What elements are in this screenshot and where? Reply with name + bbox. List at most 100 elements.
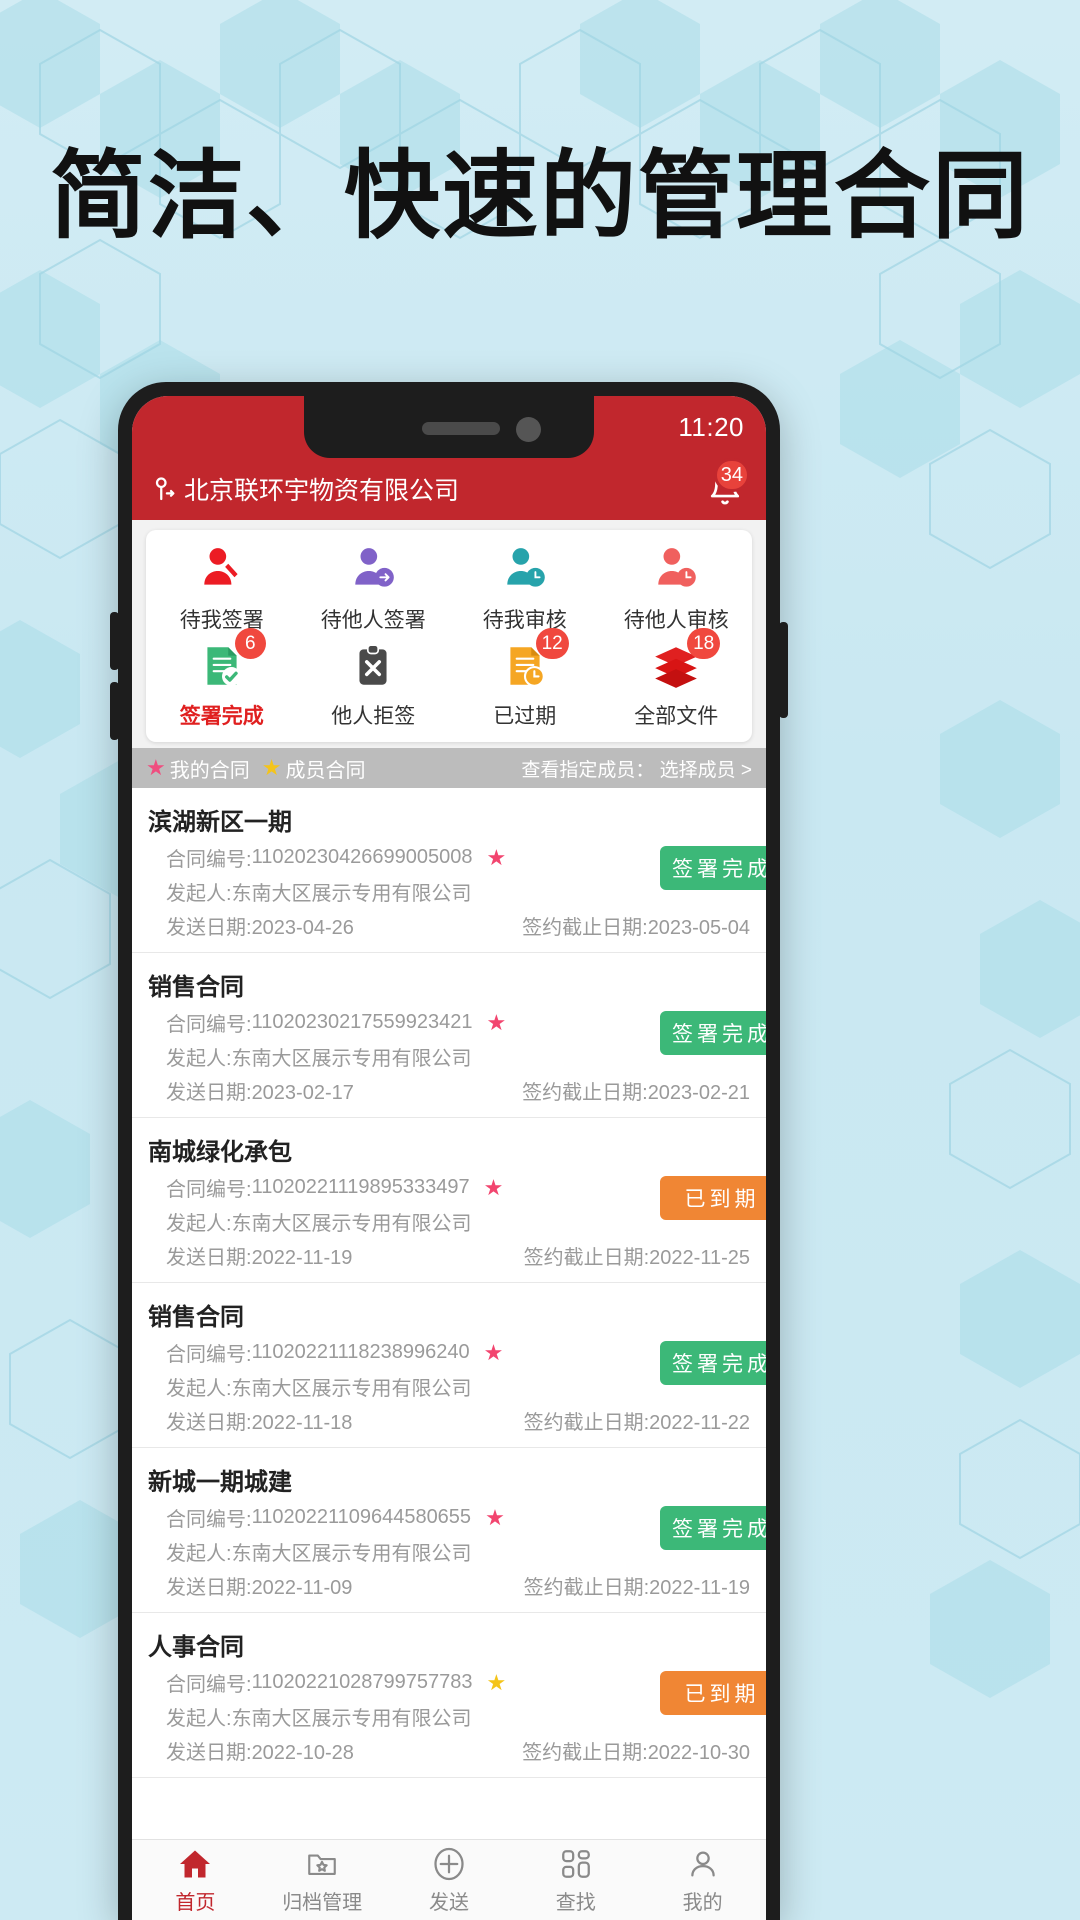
initiator-label: 发起人:	[166, 1708, 232, 1730]
status-badge: 签署完成	[660, 846, 766, 890]
tab-archive[interactable]: 归档管理	[259, 1845, 386, 1915]
contract-number-value: 11020221119895333497	[251, 1176, 470, 1198]
contract-star-icon[interactable]: ★	[487, 845, 507, 871]
filter-member-contracts[interactable]: 成员合同	[285, 754, 365, 783]
contract-list-item[interactable]: 销售合同 合同编号: 11020221118238996240 ★ 发起人: 东…	[132, 1283, 766, 1448]
contract-dates-row: 发送日期:2023-04-26 签约截止日期:2023-05-04	[166, 911, 750, 940]
person-clock-icon	[497, 542, 553, 598]
contract-number-label: 合同编号:	[166, 1014, 252, 1036]
deadline-label: 签约截止日期:	[522, 917, 648, 939]
page-title: 简洁、快速的管理合同	[50, 143, 1030, 250]
member-contract-star-icon: ★	[261, 755, 282, 780]
quick-actions-row-2: 6 签署完成 他人拒签 12 已过期 18 全部文件	[146, 628, 753, 730]
quick-action-expired[interactable]: 12 已过期	[449, 628, 601, 730]
status-badge: 签署完成	[660, 1341, 766, 1385]
deadline-label: 签约截止日期:	[522, 1082, 648, 1104]
my-contract-star-icon: ★	[146, 755, 166, 780]
grid-search-icon	[557, 1845, 595, 1883]
layers-icon: 18	[648, 628, 721, 694]
deadline-label: 签约截止日期:	[523, 1247, 650, 1269]
front-camera	[516, 417, 541, 442]
document-check-icon: 6	[194, 628, 266, 694]
deadline-value: 2022-11-19	[649, 1577, 750, 1599]
contract-number-label: 合同编号:	[166, 1509, 252, 1531]
contract-list-item[interactable]: 南城绿化承包 合同编号: 11020221119895333497 ★ 发起人:…	[132, 1118, 766, 1283]
phone-notch	[304, 396, 594, 458]
contract-dates-row: 发送日期:2022-11-18 签约截止日期:2022-11-22	[166, 1406, 750, 1435]
send-date-label: 发送日期:	[166, 917, 252, 939]
contract-list-item[interactable]: 销售合同 合同编号: 11020230217559923421 ★ 发起人: 东…	[132, 953, 766, 1118]
initiator-label: 发起人:	[166, 1543, 232, 1565]
contract-number-label: 合同编号:	[166, 1344, 252, 1366]
quick-action-badge: 6	[234, 628, 266, 659]
initiator-value: 东南大区展示专用有限公司	[231, 1378, 472, 1400]
notification-button[interactable]: 34	[692, 456, 750, 518]
contract-number-value: 11020221109644580655	[251, 1506, 472, 1528]
contract-number-value: 11020221028799757783	[251, 1671, 473, 1693]
quick-action-pending-my-review[interactable]: 待我审核	[449, 542, 601, 634]
tab-mine[interactable]: 我的	[639, 1845, 766, 1915]
person-review-icon	[648, 542, 704, 598]
contract-dates-row: 发送日期:2022-11-19 签约截止日期:2022-11-25	[166, 1241, 750, 1270]
power-button	[779, 622, 788, 718]
quick-action-label: 已过期	[493, 705, 557, 728]
send-date-value: 2023-02-17	[251, 1082, 354, 1104]
quick-action-pending-other-review[interactable]: 待他人审核	[601, 542, 753, 634]
send-date-label: 发送日期:	[166, 1247, 252, 1269]
contract-star-icon[interactable]: ★	[487, 1670, 507, 1696]
quick-action-badge: 18	[687, 628, 721, 659]
contract-number-value: 11020230217559923421	[251, 1011, 473, 1033]
status-bar-clock: 11:20	[678, 411, 744, 442]
quick-action-label: 待他人签署	[320, 609, 426, 632]
person-icon	[684, 1845, 722, 1883]
clipboard-x-icon	[345, 638, 401, 694]
contract-title: 销售合同	[148, 1304, 244, 1331]
volume-down-button	[110, 682, 119, 740]
initiator-label: 发起人:	[166, 1378, 232, 1400]
contract-number-value: 11020230426699005008	[251, 846, 473, 868]
contract-number-label: 合同编号:	[166, 1179, 252, 1201]
quick-action-pending-my-sign[interactable]: 待我签署	[146, 542, 298, 634]
send-date-value: 2022-11-09	[251, 1577, 353, 1599]
quick-action-other-rejected[interactable]: 他人拒签	[298, 638, 450, 730]
contract-star-icon[interactable]: ★	[487, 1010, 507, 1036]
deadline-label: 签约截止日期:	[522, 1742, 648, 1764]
initiator-label: 发起人:	[166, 1048, 232, 1070]
send-date-value: 2022-11-18	[251, 1412, 353, 1434]
quick-actions-card: 待我签署 待他人签署 待我审核 待他人审核 6 签署完成 他人拒签 12 已过期…	[146, 530, 752, 742]
quick-action-label: 签署完成	[179, 705, 264, 728]
contract-star-icon[interactable]: ★	[484, 1175, 504, 1201]
tab-label: 我的	[682, 1892, 723, 1914]
tab-label: 归档管理	[282, 1892, 363, 1914]
deadline-value: 2023-05-04	[647, 917, 750, 939]
app-header: 北京联环宇物资有限公司 34	[132, 458, 766, 520]
phone-mockup: 11:20 北京联环宇物资有限公司 34 待我签署 待他人签署 待我审核 待他人…	[110, 382, 788, 1920]
initiator-label: 发起人:	[166, 883, 232, 905]
contract-list-item[interactable]: 新城一期城建 合同编号: 11020221109644580655 ★ 发起人:…	[132, 1448, 766, 1613]
contract-list-item[interactable]: 人事合同 合同编号: 11020221028799757783 ★ 发起人: 东…	[132, 1613, 766, 1778]
deadline-value: 2022-11-25	[649, 1247, 750, 1269]
quick-action-all-files[interactable]: 18 全部文件	[601, 628, 753, 730]
initiator-value: 东南大区展示专用有限公司	[231, 883, 472, 905]
tab-send[interactable]: 发送	[386, 1845, 513, 1915]
user-switch-icon[interactable]	[150, 474, 180, 504]
deadline-label: 签约截止日期:	[523, 1412, 650, 1434]
contract-star-icon[interactable]: ★	[485, 1505, 505, 1531]
quick-action-pending-other-sign[interactable]: 待他人签署	[298, 542, 450, 634]
contract-list[interactable]: 滨湖新区一期 合同编号: 11020230426699005008 ★ 发起人:…	[132, 788, 766, 1840]
send-date-label: 发送日期:	[166, 1082, 252, 1104]
home-icon	[176, 1845, 214, 1883]
deadline-value: 2022-10-30	[647, 1742, 750, 1764]
quick-action-sign-completed[interactable]: 6 签署完成	[146, 628, 298, 730]
contract-star-icon[interactable]: ★	[484, 1340, 504, 1366]
tab-home[interactable]: 首页	[132, 1845, 259, 1915]
plus-circle-icon	[430, 1845, 468, 1883]
contract-title: 销售合同	[148, 974, 244, 1001]
status-badge: 已到期	[660, 1671, 766, 1715]
contract-list-item[interactable]: 滨湖新区一期 合同编号: 11020230426699005008 ★ 发起人:…	[132, 788, 766, 953]
person-sign-icon	[194, 542, 250, 598]
tab-search[interactable]: 查找	[512, 1845, 639, 1915]
send-date-label: 发送日期:	[166, 1412, 252, 1434]
filter-my-contracts[interactable]: 我的合同	[170, 754, 250, 783]
select-member-link[interactable]: 查看指定成员： 选择成员 >	[521, 755, 752, 782]
